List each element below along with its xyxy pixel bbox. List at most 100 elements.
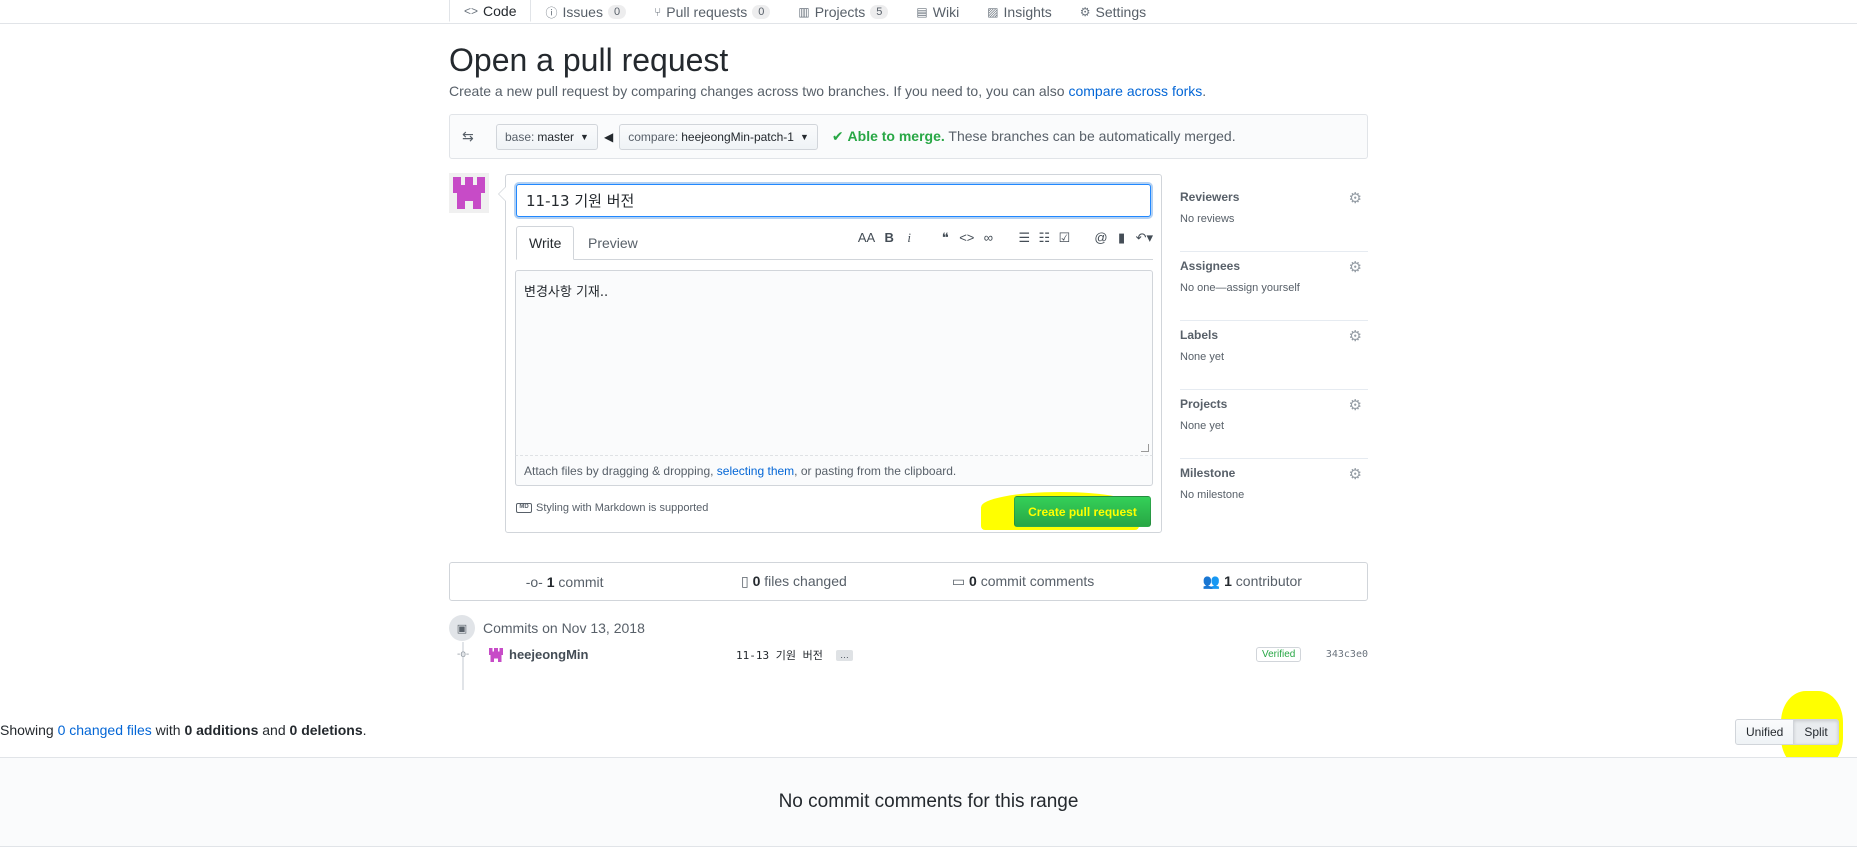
- bullet-list-icon[interactable]: ☰: [1018, 230, 1031, 246]
- base-branch-select[interactable]: base: master ▼: [496, 123, 598, 150]
- verified-badge[interactable]: Verified: [1256, 647, 1302, 662]
- tab-label: Settings: [1095, 4, 1147, 20]
- compose-box: Write Preview AA B i ❝ <> ∞ ☰ ☷ ☑ @ ▮ ↶▾: [498, 174, 1162, 533]
- contributors-count: 1: [1224, 573, 1232, 589]
- tab-wiki[interactable]: ▤ Wiki: [902, 0, 973, 24]
- quote-icon[interactable]: ❝: [939, 230, 951, 246]
- link-icon[interactable]: ∞: [982, 230, 994, 246]
- compare-branch-name: heejeongMin-patch-1: [681, 129, 794, 144]
- tab-counter: 0: [607, 5, 627, 19]
- sidebar-heading: Labels: [1180, 328, 1219, 342]
- toc-prefix: Showing: [0, 722, 58, 738]
- task-list-icon[interactable]: ☑: [1058, 230, 1071, 246]
- split-view-button[interactable]: Split: [1793, 719, 1839, 745]
- sidebar-value: None yet: [1180, 420, 1225, 432]
- attach-suffix: , or pasting from the clipboard.: [794, 463, 957, 478]
- merge-status-text: These branches can be automatically merg…: [948, 128, 1236, 144]
- tab-label: Insights: [1003, 4, 1052, 20]
- italic-icon[interactable]: i: [903, 230, 915, 246]
- comments-label: commit comments: [980, 573, 1095, 589]
- commit-comments-tab[interactable]: ▭ 0 commit comments: [909, 573, 1138, 590]
- gear-icon[interactable]: ⚙: [1349, 189, 1362, 207]
- pr-title-input[interactable]: [516, 184, 1151, 217]
- commit-dot-icon: -o-: [457, 649, 470, 660]
- sidebar-value: No milestone: [1180, 489, 1245, 501]
- sidebar-value[interactable]: No one—assign yourself: [1180, 282, 1368, 294]
- tab-pull-requests[interactable]: ⑂ Pull requests 0: [640, 0, 784, 24]
- page-title: Open a pull request: [449, 42, 729, 78]
- resize-grip-icon[interactable]: [1141, 444, 1149, 452]
- sidebar-item-assignees: Assignees No one—assign yourself ⚙: [1180, 252, 1368, 321]
- subtitle-text: Create a new pull request by comparing c…: [449, 83, 1069, 99]
- sidebar-heading: Projects: [1180, 397, 1228, 411]
- commit-sha[interactable]: 343c3e0: [1326, 649, 1368, 660]
- tab-issues[interactable]: ⓘ Issues 0: [531, 0, 640, 24]
- file-diff-icon: ▯: [740, 573, 749, 589]
- sidebar-heading: Assignees: [1180, 259, 1241, 273]
- expand-commit-button[interactable]: …: [836, 650, 853, 661]
- diff-summary: Showing 0 changed files with 0 additions…: [0, 722, 367, 738]
- sidebar-value: No reviews: [1180, 213, 1235, 225]
- bold-icon[interactable]: B: [883, 230, 895, 246]
- gear-icon: ⚙: [1079, 5, 1091, 19]
- pull-request-icon: ⑂: [654, 5, 662, 19]
- compare-forks-link[interactable]: compare across forks: [1068, 83, 1202, 99]
- unified-view-button[interactable]: Unified: [1735, 719, 1795, 745]
- toc-with: with: [151, 722, 185, 738]
- tab-write[interactable]: Write: [516, 226, 575, 260]
- gear-icon[interactable]: ⚙: [1349, 465, 1362, 483]
- compare-branch-select[interactable]: compare: heejeongMin-patch-1 ▼: [619, 123, 818, 150]
- select-files-link[interactable]: selecting them: [717, 464, 794, 478]
- sidebar-item-projects: Projects None yet ⚙: [1180, 390, 1368, 459]
- create-pull-request-button[interactable]: Create pull request: [1014, 496, 1151, 527]
- avatar[interactable]: [449, 173, 489, 213]
- bookmark-icon[interactable]: ▮: [1116, 230, 1128, 246]
- contributors-tab[interactable]: 👥 1 contributor: [1138, 573, 1367, 590]
- commit-author[interactable]: heejeongMin: [509, 647, 588, 662]
- numbered-list-icon[interactable]: ☷: [1038, 230, 1051, 246]
- caret-down-icon: ▼: [799, 131, 809, 142]
- tab-preview[interactable]: Preview: [576, 226, 650, 260]
- diff-view-toggle: Unified Split: [1735, 691, 1843, 769]
- subtitle-suffix: .: [1202, 83, 1207, 99]
- repo-tabs: <> Code ⓘ Issues 0 ⑂ Pull requests 0 ▥ P…: [449, 0, 1160, 24]
- project-icon: ▥: [798, 5, 810, 19]
- page-subtitle: Create a new pull request by comparing c…: [449, 83, 1206, 99]
- commits-count-tab[interactable]: -o- 1 commit: [450, 574, 679, 590]
- code-icon: <>: [464, 3, 479, 18]
- markdown-icon: MD: [516, 503, 532, 513]
- reply-icon[interactable]: ↶▾: [1136, 230, 1153, 246]
- base-branch-name: master: [537, 129, 575, 144]
- tab-counter: 5: [870, 5, 889, 19]
- gear-icon[interactable]: ⚙: [1349, 327, 1362, 345]
- heading-icon[interactable]: AA: [858, 230, 875, 246]
- changed-files-link[interactable]: 0 changed files: [58, 722, 152, 738]
- avatar[interactable]: [487, 646, 505, 664]
- contributors-label: contributor: [1235, 573, 1302, 589]
- markdown-toolbar: AA B i ❝ <> ∞ ☰ ☷ ☑ @ ▮ ↶▾: [844, 230, 1153, 246]
- text-format-group: AA B i: [858, 230, 915, 246]
- graph-icon: ▨: [987, 5, 999, 19]
- sidebar-item-milestone: Milestone No milestone ⚙: [1180, 459, 1368, 528]
- tab-insights[interactable]: ▨ Insights: [973, 0, 1066, 24]
- commits-label: commit: [558, 573, 604, 590]
- compare-icon[interactable]: ⇆: [462, 128, 482, 145]
- commits-count: 1: [546, 573, 555, 590]
- tab-projects[interactable]: ▥ Projects 5: [784, 0, 902, 24]
- compare-prefix: compare:: [628, 129, 679, 144]
- commit-message[interactable]: 11-13 기원 버전: [736, 647, 823, 663]
- comment-icon: ▭: [951, 573, 966, 589]
- tab-code[interactable]: <> Code: [449, 0, 532, 22]
- tab-settings[interactable]: ⚙ Settings: [1066, 0, 1160, 24]
- gear-icon[interactable]: ⚙: [1349, 258, 1362, 276]
- file-attach-bar[interactable]: Attach files by dragging & dropping, sel…: [515, 456, 1153, 486]
- gear-icon[interactable]: ⚙: [1349, 396, 1362, 414]
- code-icon[interactable]: <>: [959, 230, 974, 246]
- mention-icon[interactable]: @: [1094, 230, 1107, 246]
- commit-icon: -o-: [525, 573, 543, 590]
- markdown-note[interactable]: MD Styling with Markdown is supported: [516, 502, 708, 514]
- tab-label: Code: [483, 2, 517, 19]
- identicon-icon: [449, 173, 489, 213]
- files-changed-tab[interactable]: ▯ 0 files changed: [679, 573, 908, 590]
- pr-body-textarea[interactable]: 변경사항 기재..: [515, 270, 1153, 456]
